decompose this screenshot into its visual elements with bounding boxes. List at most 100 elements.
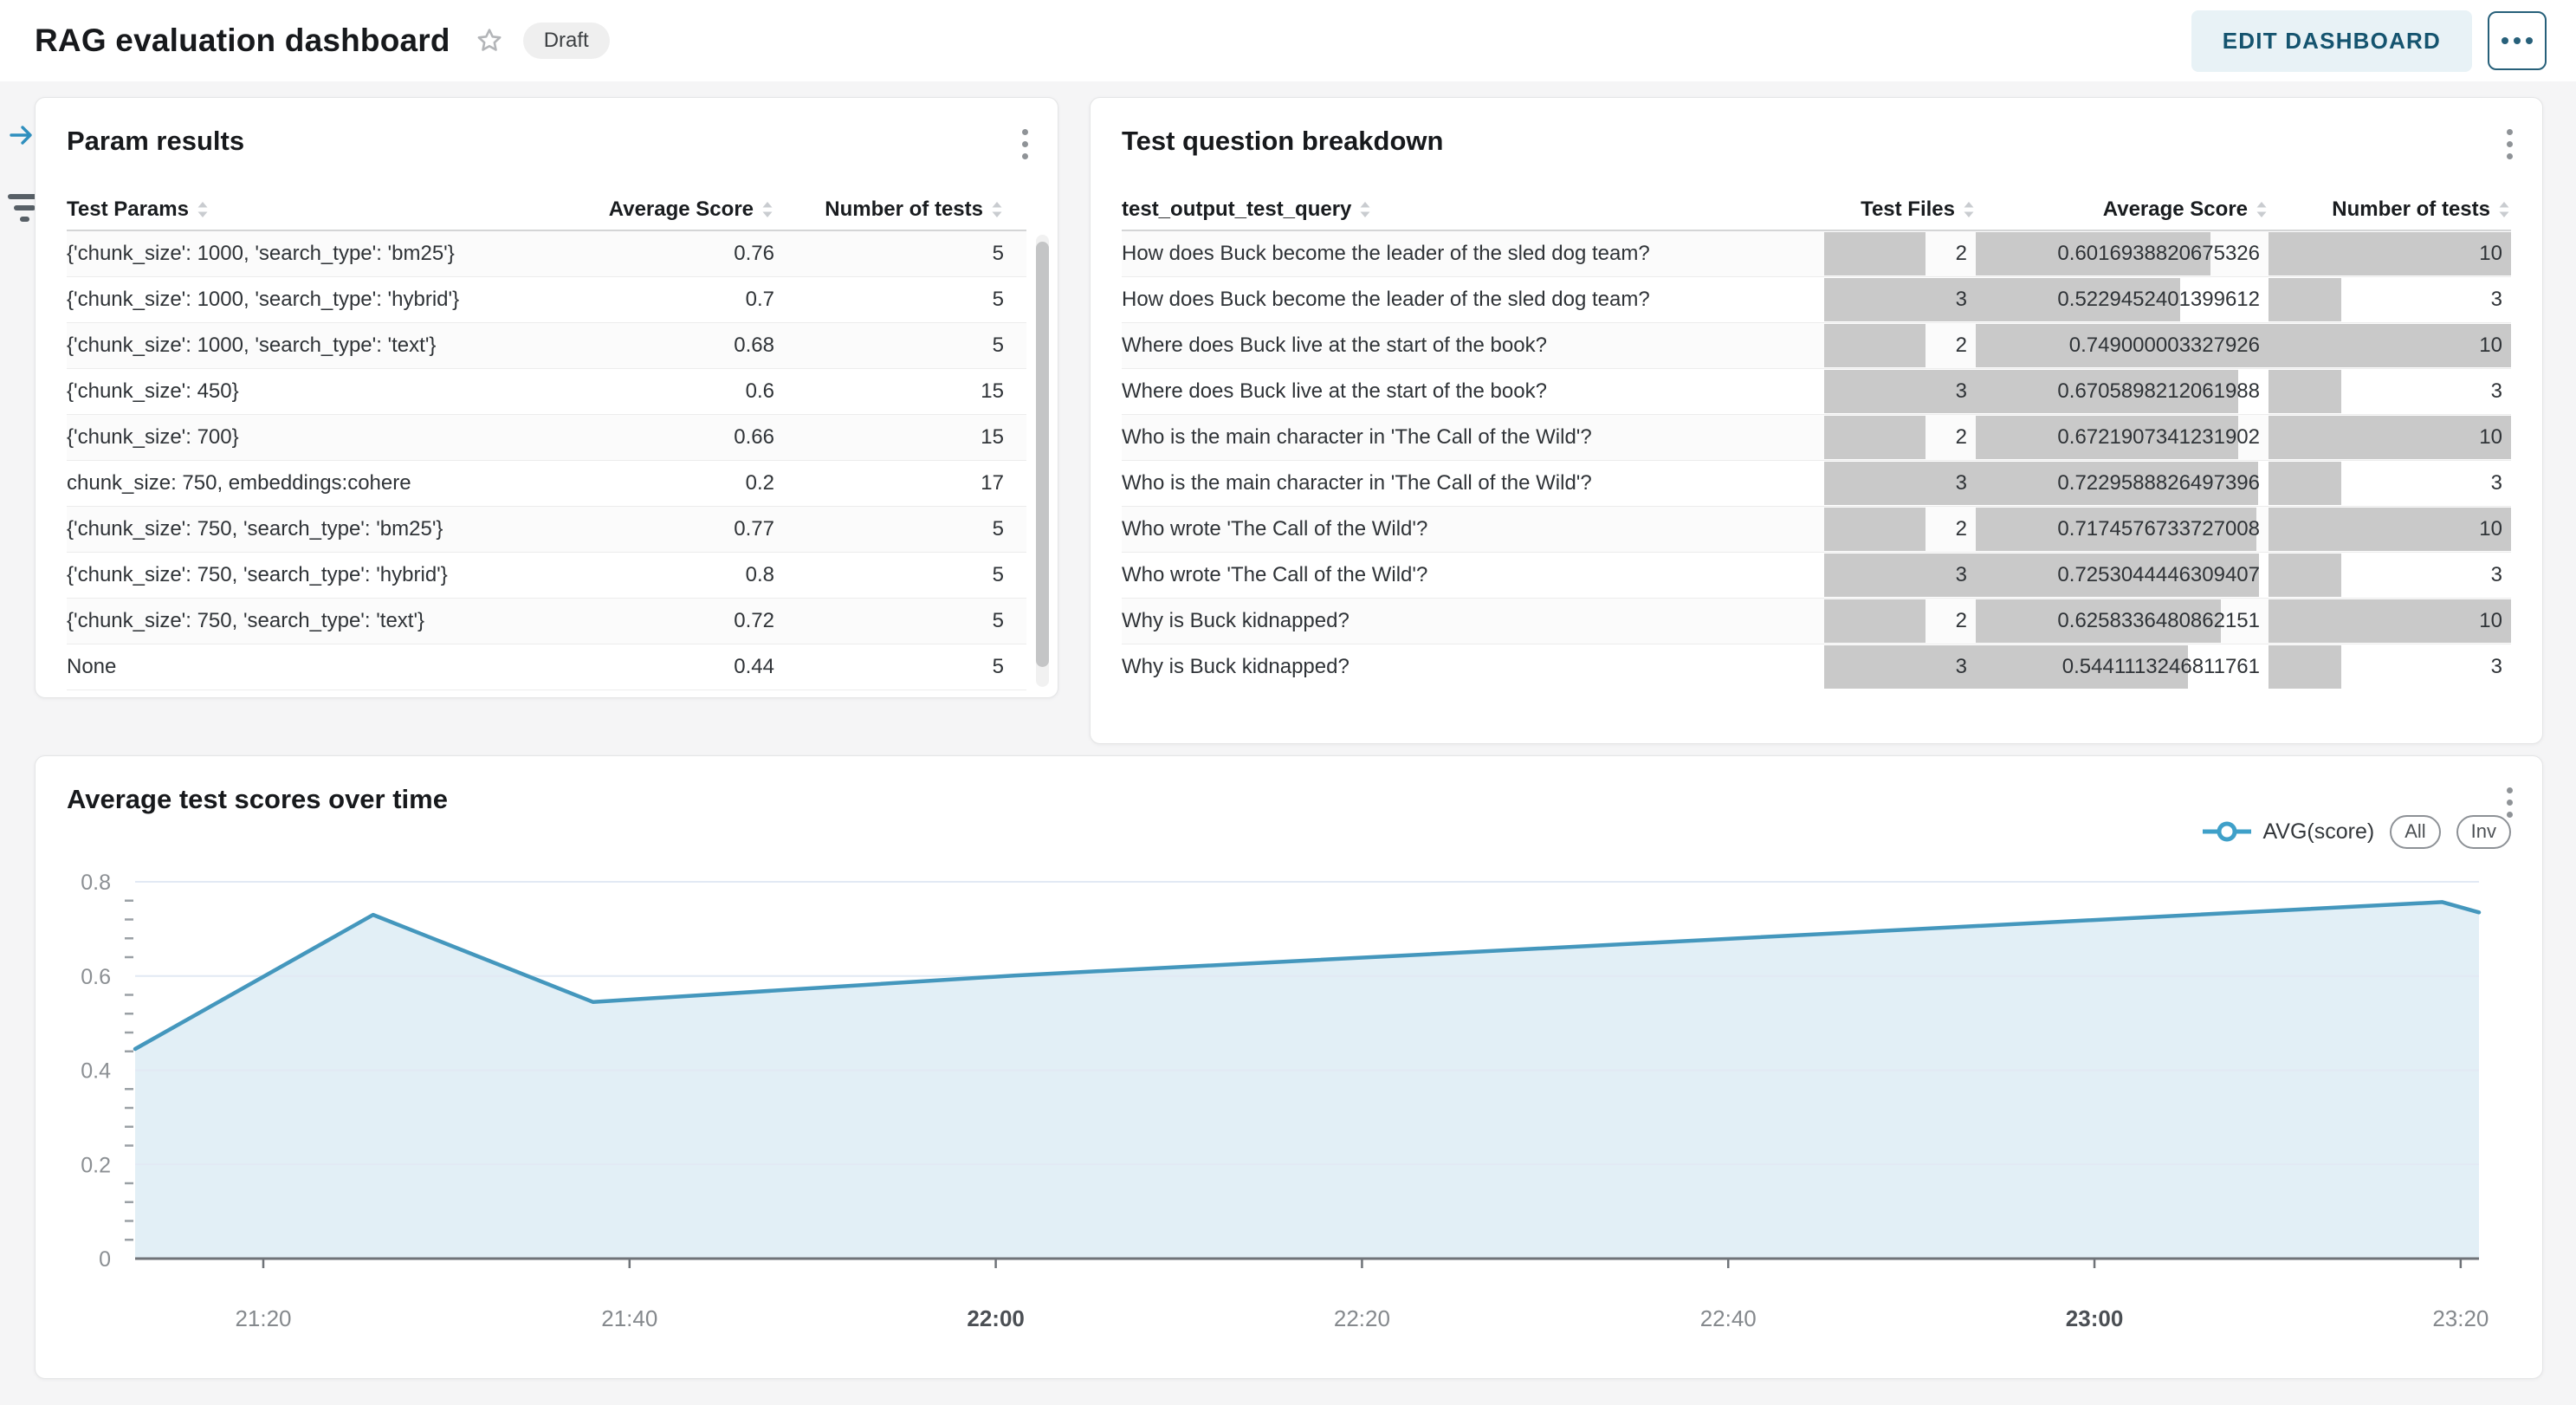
- table-row: Why is Buck kidnapped?30.544111324681176…: [1122, 644, 2511, 690]
- series-area: [135, 902, 2479, 1259]
- data-bar: [2269, 324, 2511, 367]
- page-title: RAG evaluation dashboard: [35, 23, 450, 59]
- number-of-tests-cell: 5: [774, 242, 1004, 266]
- average-score-cell: 0.6: [558, 379, 774, 404]
- column-header[interactable]: test_output_test_query: [1122, 197, 1824, 222]
- number-of-tests-cell: 3: [2269, 369, 2511, 414]
- panel-title: Param results: [67, 126, 244, 157]
- table-row: Where does Buck live at the start of the…: [1122, 323, 2511, 369]
- query-cell: Who is the main character in 'The Call o…: [1122, 471, 1824, 495]
- column-header[interactable]: Test Files: [1824, 197, 1976, 222]
- data-bar: [1824, 599, 1926, 643]
- table-header-row: test_output_test_queryTest FilesAverage …: [1122, 190, 2511, 230]
- table-header-row: Test ParamsAverage ScoreNumber of tests: [67, 190, 1026, 230]
- average-score-cell: 0.2: [558, 471, 774, 495]
- favorite-star-icon[interactable]: [475, 26, 504, 55]
- header-actions: EDIT DASHBOARD: [2191, 0, 2547, 81]
- test-files-cell: 3: [1824, 461, 1976, 506]
- data-bar: [1824, 508, 1926, 551]
- average-score-cell: 0.6705898212061988: [1976, 369, 2269, 414]
- data-bar: [2269, 416, 2511, 459]
- test-files-cell: 3: [1824, 369, 1976, 414]
- number-of-tests-cell: 5: [774, 563, 1004, 587]
- param-results-panel: Param results Test ParamsAverage ScoreNu…: [35, 97, 1058, 698]
- sort-icon: [1358, 199, 1372, 220]
- average-score-cell: 0.44: [558, 655, 774, 679]
- average-score-cell: 0.7229588826497396: [1976, 461, 2269, 506]
- average-score-cell: 0.6016938820675326: [1976, 231, 2269, 276]
- test-params-cell: {'chunk_size': 750, 'search_type': 'bm25…: [67, 517, 558, 541]
- table-row: How does Buck become the leader of the s…: [1122, 277, 2511, 323]
- table-row: {'chunk_size': 1000, 'search_type': 'hyb…: [67, 277, 1026, 323]
- test-params-cell: None: [67, 655, 558, 679]
- param-results-table: Test ParamsAverage ScoreNumber of tests …: [67, 190, 1026, 690]
- test-params-cell: {'chunk_size': 750, 'search_type': 'hybr…: [67, 563, 558, 587]
- x-tick-label: 21:20: [235, 1305, 291, 1331]
- average-score-cell: 0.66: [558, 425, 774, 450]
- number-of-tests-cell: 3: [2269, 553, 2511, 598]
- table-row: {'chunk_size': 1000, 'search_type': 'bm2…: [67, 231, 1026, 277]
- test-question-breakdown-panel: Test question breakdown test_output_test…: [1090, 97, 2543, 744]
- query-cell: Who is the main character in 'The Call o…: [1122, 425, 1824, 450]
- query-cell: Where does Buck live at the start of the…: [1122, 333, 1824, 358]
- table-row: {'chunk_size': 750, 'search_type': 'text…: [67, 599, 1026, 644]
- number-of-tests-cell: 5: [774, 333, 1004, 358]
- test-files-cell: 2: [1824, 599, 1976, 644]
- data-bar: [1824, 232, 1926, 275]
- query-cell: How does Buck become the leader of the s…: [1122, 288, 1824, 312]
- table-row: Who is the main character in 'The Call o…: [1122, 461, 2511, 507]
- panel-menu-kebab-icon[interactable]: [2502, 124, 2518, 165]
- x-tick-label: 23:20: [2432, 1305, 2489, 1331]
- table-scrollbar[interactable]: [1036, 235, 1049, 687]
- sort-icon: [2497, 199, 2511, 220]
- scrollbar-thumb[interactable]: [1036, 242, 1049, 667]
- column-header[interactable]: Average Score: [558, 197, 774, 222]
- sort-icon: [196, 199, 210, 220]
- average-score-cell: 0.749000003327926: [1976, 323, 2269, 368]
- table-row: {'chunk_size': 700}0.6615: [67, 415, 1026, 461]
- number-of-tests-cell: 15: [774, 379, 1004, 404]
- average-score-cell: 0.6258336480862151: [1976, 599, 2269, 644]
- data-bar: [2269, 645, 2341, 689]
- average-score-cell: 0.6721907341231902: [1976, 415, 2269, 460]
- average-score-cell: 0.7253044446309407: [1976, 553, 2269, 598]
- sort-icon: [1962, 199, 1976, 220]
- test-params-cell: {'chunk_size': 750, 'search_type': 'text…: [67, 609, 558, 633]
- panel-title: Test question breakdown: [1122, 126, 1443, 157]
- test-files-cell: 3: [1824, 644, 1976, 690]
- data-bar: [2269, 508, 2511, 551]
- number-of-tests-cell: 15: [774, 425, 1004, 450]
- data-bar: [1824, 645, 1976, 689]
- panel-menu-kebab-icon[interactable]: [1017, 124, 1033, 165]
- average-score-cell: 0.68: [558, 333, 774, 358]
- query-cell: Who wrote 'The Call of the Wild'?: [1122, 517, 1824, 541]
- query-cell: Where does Buck live at the start of the…: [1122, 379, 1824, 404]
- table-row: None0.445: [67, 644, 1026, 690]
- column-header[interactable]: Number of tests: [2269, 197, 2511, 222]
- number-of-tests-cell: 10: [2269, 323, 2511, 368]
- average-score-cell: 0.5229452401399612: [1976, 277, 2269, 322]
- sort-icon: [990, 199, 1004, 220]
- average-score-cell: 0.76: [558, 242, 774, 266]
- data-bar: [2269, 599, 2511, 643]
- edit-dashboard-button[interactable]: EDIT DASHBOARD: [2191, 10, 2472, 72]
- test-files-cell: 3: [1824, 553, 1976, 598]
- data-bar: [1824, 462, 1976, 505]
- x-tick-label: 21:40: [601, 1305, 657, 1331]
- number-of-tests-cell: 5: [774, 517, 1004, 541]
- number-of-tests-cell: 10: [2269, 507, 2511, 552]
- more-options-button[interactable]: [2488, 11, 2547, 70]
- number-of-tests-cell: 5: [774, 655, 1004, 679]
- test-params-cell: {'chunk_size': 1000, 'search_type': 'hyb…: [67, 288, 558, 312]
- test-params-cell: {'chunk_size': 700}: [67, 425, 558, 450]
- table-row: Why is Buck kidnapped?20.625833648086215…: [1122, 599, 2511, 644]
- number-of-tests-cell: 10: [2269, 231, 2511, 276]
- column-header[interactable]: Number of tests: [774, 197, 1004, 222]
- table-row: {'chunk_size': 1000, 'search_type': 'tex…: [67, 323, 1026, 369]
- test-files-cell: 2: [1824, 231, 1976, 276]
- column-header[interactable]: Test Params: [67, 197, 558, 222]
- data-bar: [1824, 370, 1976, 413]
- query-cell: Who wrote 'The Call of the Wild'?: [1122, 563, 1824, 587]
- test-files-cell: 3: [1824, 277, 1976, 322]
- column-header[interactable]: Average Score: [1976, 197, 2269, 222]
